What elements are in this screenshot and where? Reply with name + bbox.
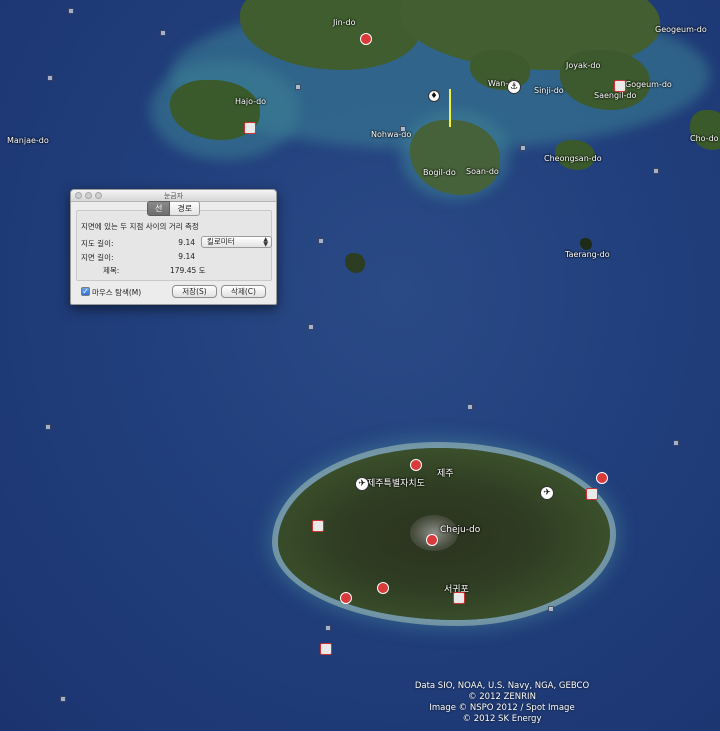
label-jindo[interactable]: Jin-do — [333, 18, 356, 27]
poi-marker-icon[interactable] — [377, 582, 389, 594]
poi-marker-icon[interactable] — [312, 520, 324, 532]
heading-value: 179.45 도 — [170, 266, 206, 275]
photo-pin-icon[interactable] — [45, 424, 51, 430]
heading-label: 제목: — [103, 266, 120, 275]
photo-pin-icon[interactable] — [673, 440, 679, 446]
poi-marker-icon[interactable] — [244, 122, 256, 134]
photo-pin-icon[interactable] — [400, 126, 406, 132]
photo-pin-icon[interactable] — [295, 84, 301, 90]
unit-select[interactable]: 킬로미터 ▲ ▼ — [201, 236, 272, 248]
harbor-icon[interactable]: ⚓ — [507, 80, 521, 94]
photo-pin-icon[interactable] — [60, 696, 66, 702]
satellite-map[interactable]: ♦ Jin-do Geogeum-do Joyak-do Wan-do Sinj… — [0, 0, 720, 731]
photo-pin-icon[interactable] — [318, 238, 324, 244]
photo-pin-icon[interactable] — [160, 30, 166, 36]
label-manjaedo[interactable]: Manjae-do — [7, 136, 49, 145]
photo-pin-icon[interactable] — [325, 625, 331, 631]
label-jeju-si[interactable]: 제주 — [437, 466, 454, 479]
photo-pin-icon[interactable] — [467, 404, 473, 410]
label-cheongsando[interactable]: Cheongsan-do — [544, 154, 602, 163]
photo-pin-icon[interactable] — [47, 75, 53, 81]
tab-line[interactable]: 선 — [147, 201, 171, 216]
poi-marker-icon[interactable] — [340, 592, 352, 604]
poi-marker-icon[interactable] — [614, 80, 626, 92]
airport-icon[interactable]: ✈ — [540, 486, 554, 500]
mouse-navigation-label[interactable]: 마우스 탐색(M) — [92, 287, 141, 298]
label-soando[interactable]: Soan-do — [466, 167, 499, 176]
credit-line: © 2012 ZENRIN — [468, 692, 536, 702]
photo-pin-icon[interactable] — [653, 168, 659, 174]
small-island — [345, 253, 365, 273]
label-jeju-province[interactable]: 제주특별자치도 — [367, 476, 425, 489]
photo-pin-icon[interactable] — [548, 606, 554, 612]
poi-marker-icon[interactable] — [596, 472, 608, 484]
photo-pin-icon[interactable] — [68, 8, 74, 14]
label-chodo[interactable]: Cho-do — [690, 134, 719, 143]
photo-pin-icon[interactable] — [520, 145, 526, 151]
poi-marker-icon[interactable] — [360, 33, 372, 45]
map-length-label: 지도 길이: — [81, 239, 114, 248]
airport-icon[interactable]: ✈ — [355, 477, 369, 491]
ground-length-value: 9.14 — [178, 252, 195, 261]
label-joyakdo[interactable]: Joyak-do — [566, 61, 600, 70]
unit-select-value: 킬로미터 — [207, 237, 235, 246]
poi-marker-icon[interactable] — [453, 592, 465, 604]
ground-length-label: 지면 길이: — [81, 253, 114, 262]
tab-path[interactable]: 경로 — [170, 201, 201, 216]
select-arrows-icon: ▲ ▼ — [263, 236, 268, 248]
label-hajodo[interactable]: Hajo-do — [235, 97, 266, 106]
ruler-tabs: 선 경로 — [147, 201, 201, 216]
walking-person-icon[interactable]: ♦ — [428, 90, 440, 102]
imagery-credits: Data SIO, NOAA, U.S. Navy, NGA, GEBCO © … — [402, 681, 602, 725]
taerangdo-island — [580, 238, 592, 250]
mouse-navigation-checkbox[interactable]: ✓ — [81, 287, 90, 296]
chodo-island — [690, 110, 720, 150]
label-chejudo[interactable]: Cheju-do — [440, 525, 480, 535]
poi-marker-icon[interactable] — [426, 534, 438, 546]
ruler-measure-line — [449, 89, 451, 127]
credit-line: Image © NSPO 2012 / Spot Image — [429, 703, 575, 713]
dialog-title: 눈금자 — [163, 192, 184, 200]
credit-line: © 2012 SK Energy — [462, 714, 542, 724]
map-length-value: 9.14 — [178, 238, 195, 247]
measure-description: 지면에 있는 두 지점 사이의 거리 측정 — [81, 222, 199, 231]
poi-marker-icon[interactable] — [320, 643, 332, 655]
credit-line: Data SIO, NOAA, U.S. Navy, NGA, GEBCO — [414, 681, 590, 691]
label-bogildo[interactable]: Bogil-do — [423, 168, 456, 177]
ruler-dialog: 눈금자 지면에 있는 두 지점 사이의 거리 측정 지도 길이: 9.14 킬로… — [70, 189, 277, 305]
label-sinjido[interactable]: Sinji-do — [534, 86, 564, 95]
clear-button[interactable]: 삭제(C) — [221, 285, 266, 298]
label-gogeumdo[interactable]: Gogeum-do — [625, 80, 672, 89]
poi-marker-icon[interactable] — [586, 488, 598, 500]
label-geogeumdo[interactable]: Geogeum-do — [655, 25, 707, 34]
label-taerangdo[interactable]: Taerang-do — [565, 250, 610, 259]
save-button[interactable]: 저장(S) — [172, 285, 217, 298]
measure-panel: 지면에 있는 두 지점 사이의 거리 측정 지도 길이: 9.14 킬로미터 ▲… — [76, 210, 272, 281]
photo-pin-icon[interactable] — [308, 324, 314, 330]
label-saengildo[interactable]: Saengil-do — [594, 91, 636, 100]
poi-marker-icon[interactable] — [410, 459, 422, 471]
